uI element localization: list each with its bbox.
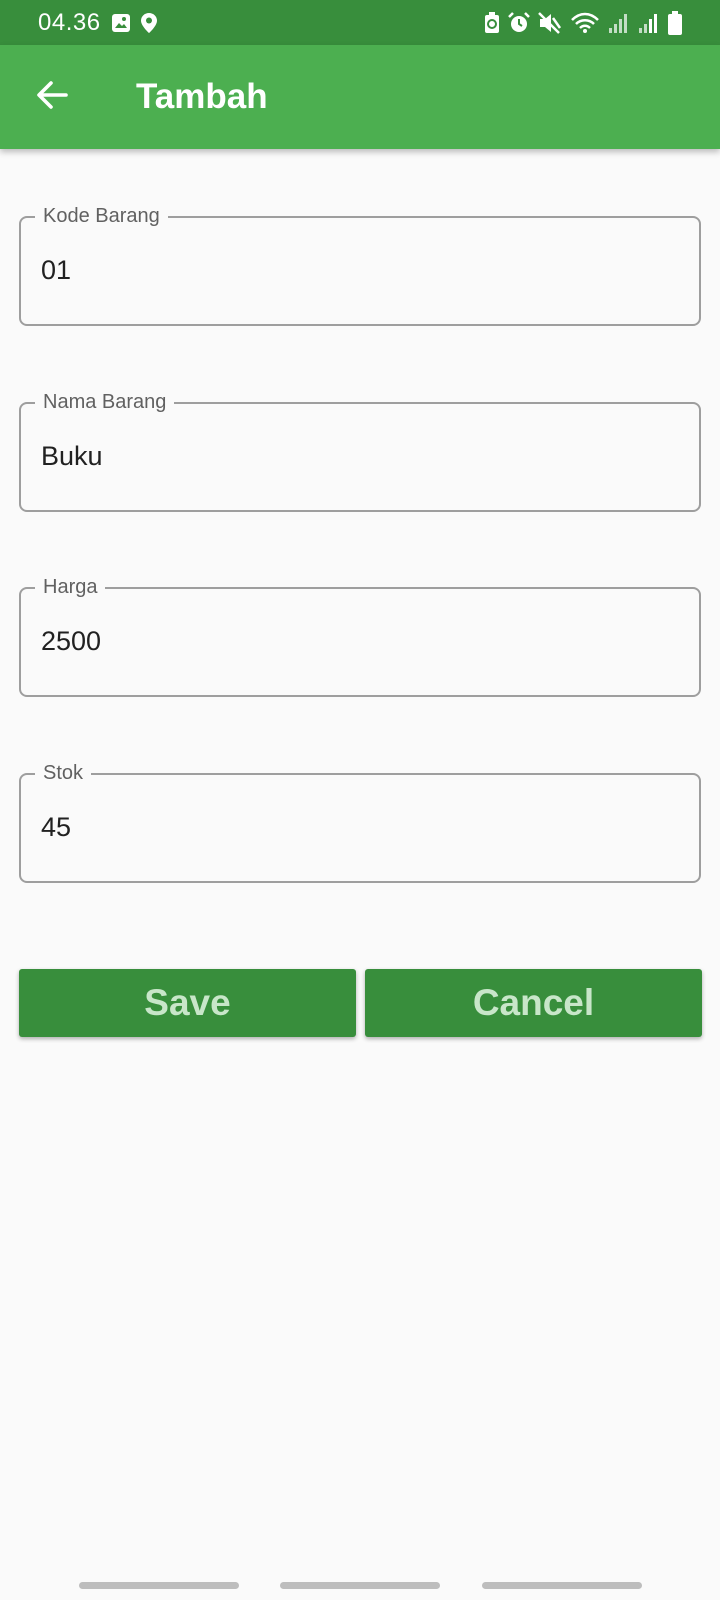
battery-saver-icon: [484, 11, 500, 34]
mute-icon: [538, 11, 562, 34]
save-button[interactable]: Save: [19, 969, 356, 1037]
stok-input[interactable]: [41, 805, 681, 849]
back-button[interactable]: [30, 75, 74, 119]
nav-hint-back[interactable]: [482, 1582, 642, 1589]
status-bar: 04.36: [0, 0, 720, 45]
arrow-back-icon: [35, 78, 69, 117]
status-time: 04.36: [38, 8, 101, 36]
stok-field[interactable]: Stok: [19, 759, 701, 883]
location-icon: [140, 12, 157, 33]
nama-barang-label: Nama Barang: [35, 388, 175, 416]
battery-icon: [668, 10, 682, 35]
kode-barang-input[interactable]: [41, 248, 681, 292]
nav-hint-recent[interactable]: [79, 1582, 239, 1589]
kode-barang-field[interactable]: Kode Barang: [19, 202, 701, 326]
harga-field[interactable]: Harga: [19, 573, 701, 697]
page-title: Tambah: [136, 77, 268, 116]
harga-input[interactable]: [41, 619, 681, 663]
alarm-icon: [508, 11, 530, 34]
nama-barang-input[interactable]: [41, 434, 681, 478]
harga-label: Harga: [35, 573, 106, 601]
kode-barang-label: Kode Barang: [35, 202, 168, 230]
signal-icon-2: [638, 12, 660, 34]
nav-hint-home[interactable]: [280, 1582, 440, 1589]
app-bar: Tambah: [0, 45, 720, 149]
image-icon: [111, 13, 131, 33]
signal-icon: [608, 12, 630, 34]
status-left: 04.36: [38, 9, 157, 37]
stok-label: Stok: [35, 759, 92, 787]
nama-barang-field[interactable]: Nama Barang: [19, 388, 701, 512]
cancel-button[interactable]: Cancel: [365, 969, 702, 1037]
status-right: [484, 10, 682, 35]
wifi-icon: [570, 12, 600, 34]
